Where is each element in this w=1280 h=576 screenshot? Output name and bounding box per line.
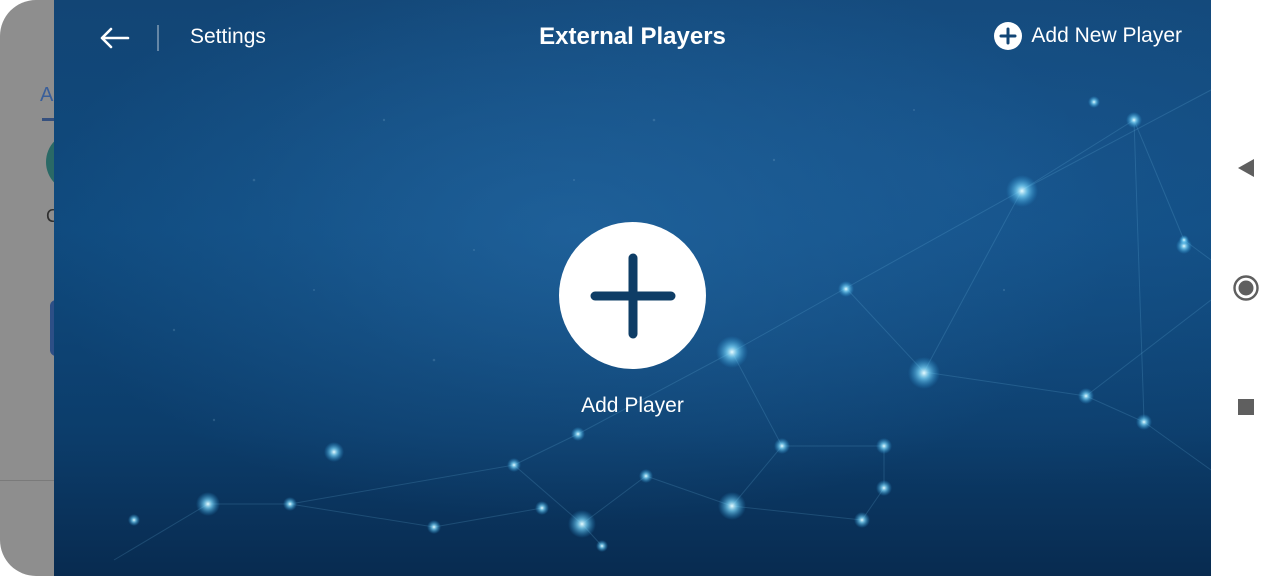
add-new-player-label: Add New Player [1031,24,1182,47]
header-divider [157,25,159,51]
plus-circle-icon [994,22,1023,50]
system-nav-bar [1211,0,1280,576]
nav-back-button[interactable] [1227,149,1265,187]
add-new-player-button[interactable]: Add New Player [994,22,1182,50]
background-tab-letter: A [40,84,54,106]
external-players-panel: Settings External Players Add New Player… [54,0,1211,576]
top-app-bar: Settings External Players Add New Player [54,0,1211,76]
triangle-back-icon [1238,159,1254,177]
settings-breadcrumb[interactable]: Settings [190,25,266,49]
square-recents-icon [1238,399,1254,415]
screen: A C Settings External Players Add New Pl… [0,0,1280,576]
arrow-left-icon [100,27,130,49]
add-player-label: Add Player [581,394,684,417]
nav-home-button[interactable] [1227,269,1265,307]
back-button[interactable] [92,20,136,56]
circle-home-icon [1233,275,1259,301]
plus-icon [590,253,675,338]
nav-recents-button[interactable] [1227,388,1265,426]
add-player-button[interactable] [559,222,706,369]
